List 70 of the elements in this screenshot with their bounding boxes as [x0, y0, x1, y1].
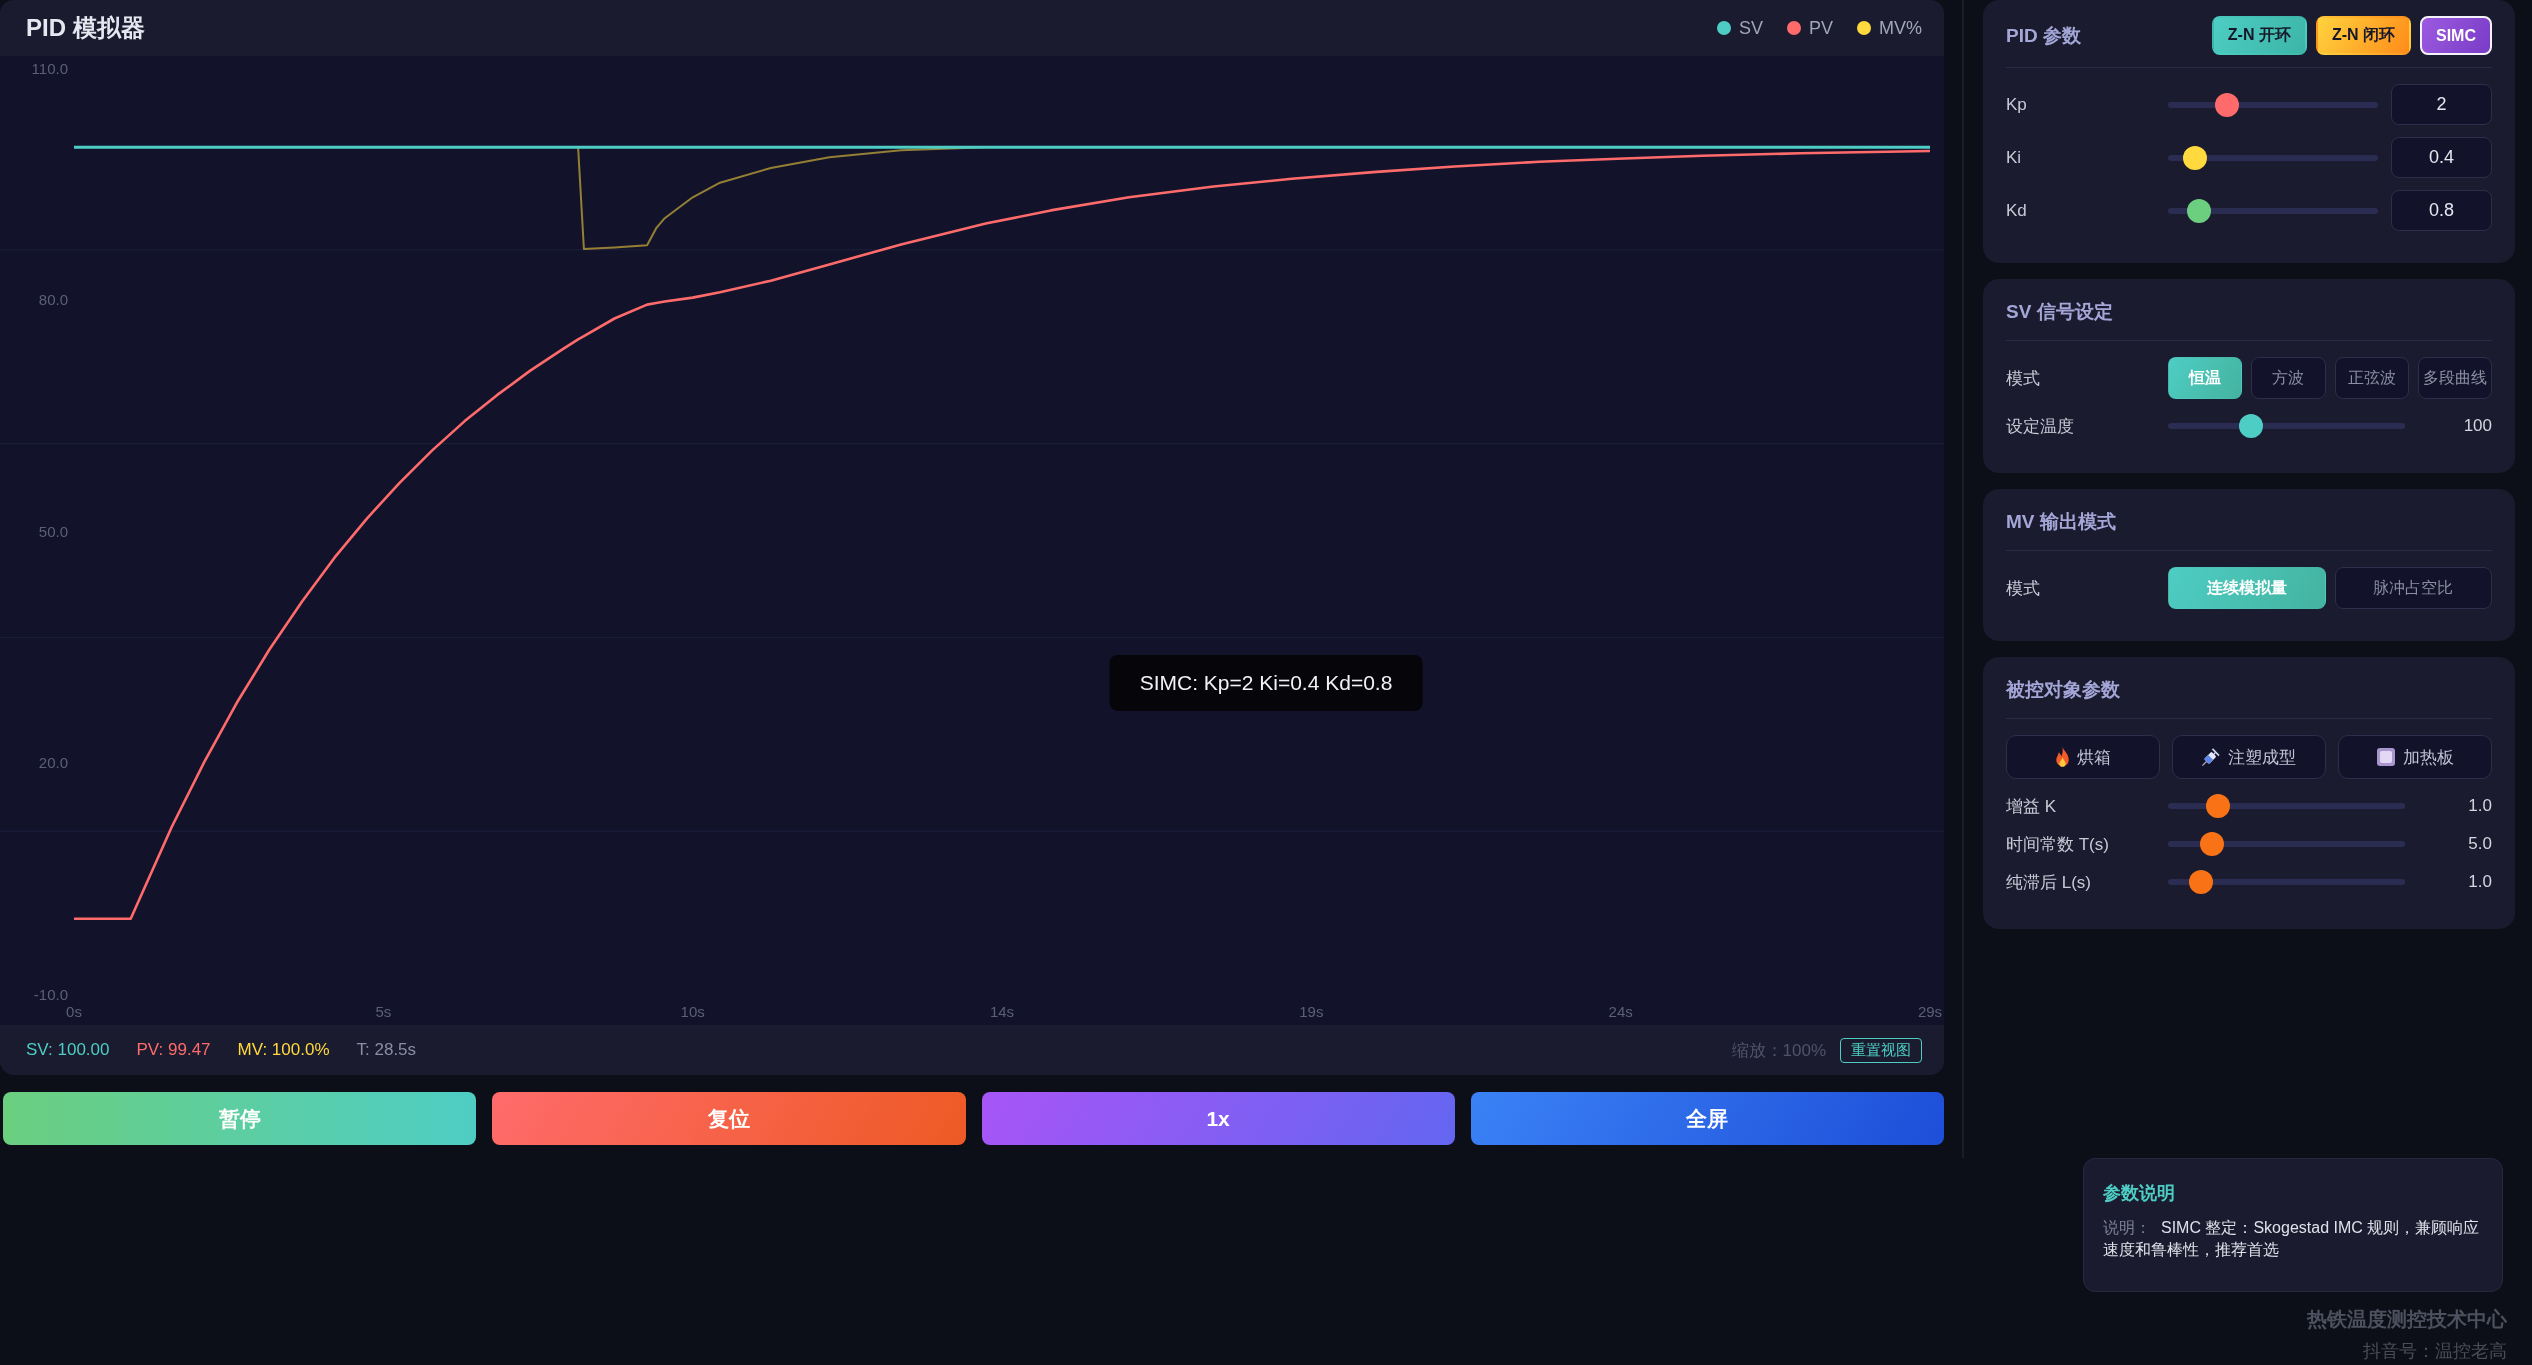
card-title: 被控对象参数	[2006, 677, 2120, 702]
legend-label: SV	[1738, 17, 1763, 39]
mode-tab[interactable]: 方波	[2251, 357, 2326, 399]
mode-tab[interactable]: 脉冲占空比	[2334, 567, 2492, 609]
slider-thumb[interactable]	[2199, 832, 2224, 856]
param-label: 时间常数 T(s)	[2006, 833, 2110, 856]
param-value: 100	[2463, 416, 2492, 436]
axis-label: 110.0	[31, 59, 68, 77]
mode-tab[interactable]: 多段曲线	[2417, 357, 2492, 399]
axis-label: 10s	[680, 1002, 705, 1020]
axis-label: 14s	[989, 1002, 1015, 1020]
plant-preset-button[interactable]: 加热板	[2338, 735, 2492, 779]
mode-tab[interactable]: 正弦波	[2334, 357, 2409, 399]
credit-name: 热铁温度测控技术中心	[2307, 1307, 2507, 1332]
control-button[interactable]: 复位	[492, 1092, 966, 1145]
card-title: SV 信号设定	[2006, 299, 2113, 324]
axis-label: 20.0	[38, 754, 68, 772]
card-title: PID 参数	[2006, 23, 2081, 48]
slider-thumb[interactable]	[2238, 414, 2263, 438]
status-reading: T: 28.5s	[356, 1040, 417, 1060]
param-label: 设定温度	[2006, 415, 2075, 438]
axis-label: 24s	[1608, 1002, 1633, 1020]
plant-preset-button[interactable]: 注塑成型	[2172, 735, 2326, 779]
info-text: 说明： SIMC 整定：Skogestad IMC 规则，兼顾响应速度和鲁棒性，推荐首选	[2103, 1218, 2481, 1260]
param-label: 模式	[2006, 367, 2041, 390]
slider-thumb[interactable]	[2186, 198, 2211, 223]
axis-label: 29s	[1917, 1002, 1943, 1020]
slider-thumb[interactable]	[2189, 870, 2214, 894]
control-button[interactable]: 全屏	[1470, 1092, 1944, 1145]
card-title: MV 输出模式	[2006, 509, 2116, 534]
reset-view-button[interactable]: 重置视图	[1840, 1037, 1922, 1063]
syringe-icon	[2202, 748, 2220, 766]
square-icon	[2376, 748, 2395, 766]
preset-button[interactable]: Z-N 开环	[2211, 16, 2307, 55]
status-reading: PV: 99.47	[136, 1040, 211, 1060]
credit-account: 抖音号：温控老高	[2363, 1340, 2507, 1363]
zoom-level: 缩放：100%	[1731, 1039, 1826, 1062]
param-label: Kp	[2006, 94, 2028, 115]
param-value: 1.0	[2468, 796, 2492, 816]
axis-label: 50.0	[38, 522, 68, 540]
slider-thumb[interactable]	[2214, 92, 2239, 117]
axis-label: 0s	[66, 1002, 82, 1020]
slider-thumb[interactable]	[2206, 794, 2231, 818]
axis-label: 5s	[375, 1002, 392, 1020]
param-value: 5.0	[2468, 834, 2492, 854]
panel-title: PID 模拟器	[26, 13, 145, 43]
param-label: 纯滞后 L(s)	[2006, 871, 2092, 894]
status-reading: MV: 100.0%	[237, 1040, 330, 1060]
preset-button[interactable]: SIMC	[2420, 16, 2492, 55]
info-title: 参数说明	[2103, 1182, 2176, 1205]
param-value: 1.0	[2468, 872, 2492, 892]
param-label: Ki	[2006, 147, 2023, 168]
value-input[interactable]: 0.4	[2391, 137, 2492, 178]
toast-message: SIMC: Kp=2 Ki=0.4 Kd=0.8	[1109, 654, 1423, 711]
axis-label: -10.0	[33, 985, 68, 1003]
param-label: Kd	[2006, 200, 2028, 221]
param-label: 模式	[2006, 577, 2041, 600]
status-reading: SV: 100.00	[26, 1040, 110, 1060]
value-input[interactable]: 2	[2391, 84, 2492, 125]
legend-label: PV	[1808, 17, 1833, 39]
axis-label: 80.0	[38, 291, 68, 309]
param-label: 增益 K	[2006, 795, 2058, 818]
value-input[interactable]: 0.8	[2391, 190, 2492, 231]
slider-thumb[interactable]	[2182, 145, 2207, 170]
legend-label: MV%	[1879, 17, 1922, 39]
flame-icon	[2055, 747, 2069, 767]
control-button[interactable]: 1x	[981, 1092, 1455, 1145]
plant-preset-button[interactable]: 烘箱	[2006, 735, 2160, 779]
preset-button[interactable]: Z-N 闭环	[2315, 16, 2411, 55]
axis-label: 19s	[1299, 1002, 1324, 1020]
